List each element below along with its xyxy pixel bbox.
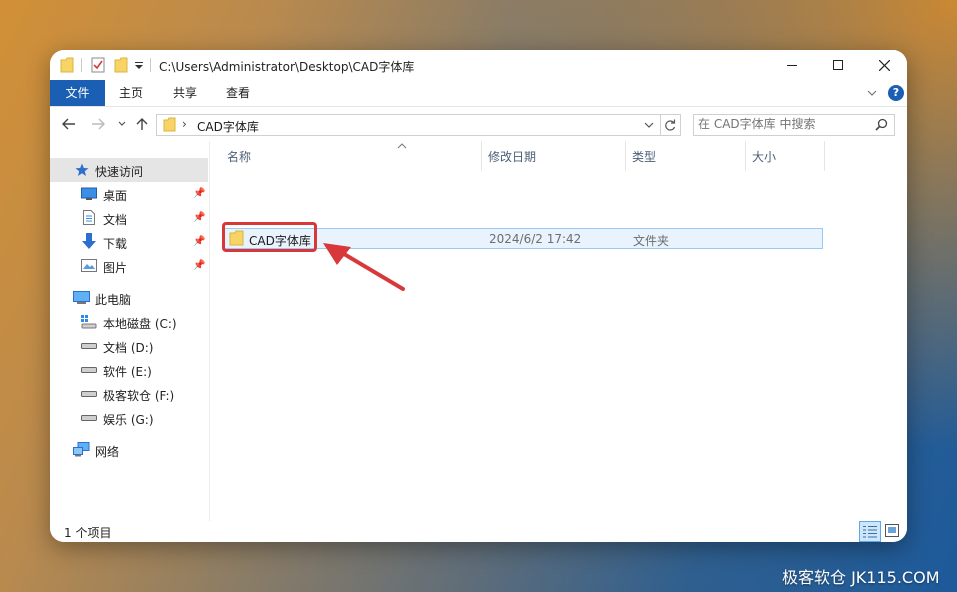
sidebar-item-label: 文档 (103, 213, 128, 227)
customize-toolbar-icon[interactable] (135, 62, 144, 70)
tab-view[interactable]: 查看 (218, 80, 258, 106)
annotation-arrow (323, 243, 405, 291)
up-arrow-icon[interactable] (136, 117, 148, 131)
sidebar-item-label: 本地磁盘 (C:) (103, 317, 177, 331)
tab-share[interactable]: 共享 (165, 80, 205, 106)
column-header-name[interactable]: 名称 (227, 141, 477, 171)
pictures-icon (81, 259, 97, 272)
system-drive-icon (81, 315, 97, 329)
navigation-bar: › CAD字体库 (50, 107, 907, 141)
column-header-size[interactable]: 大小 (752, 141, 822, 171)
sidebar-item-label: 娱乐 (G:) (103, 413, 154, 427)
status-bar: 1 个项目 (50, 521, 907, 542)
large-icons-view-icon (885, 524, 899, 537)
toolbar-divider (150, 58, 151, 72)
tab-home[interactable]: 主页 (111, 80, 151, 106)
sidebar-item-label: 文档 (D:) (103, 341, 154, 355)
address-history-chevron-icon[interactable] (644, 122, 654, 129)
watermark-text: 极客软仓 JK115.COM (782, 568, 940, 587)
folder-icon (60, 57, 74, 73)
details-view-icon (863, 526, 877, 538)
address-bar[interactable]: › CAD字体库 (156, 114, 661, 136)
sidebar-item-label: 快速访问 (95, 165, 144, 179)
sidebar-item-label: 下载 (103, 237, 128, 251)
sidebar-item-drive-e[interactable]: 软件 (E:) (50, 358, 208, 382)
minimize-button[interactable] (769, 50, 815, 80)
pin-icon: 📌 (193, 188, 206, 199)
sidebar-item-label: 图片 (103, 261, 128, 275)
title-bar: C:\Users\Administrator\Desktop\CAD字体库 (50, 50, 907, 80)
sidebar-item-network[interactable]: 网络 (50, 438, 208, 462)
search-input[interactable] (698, 116, 868, 132)
maximize-button[interactable] (815, 50, 861, 80)
window-title: C:\Users\Administrator\Desktop\CAD字体库 (159, 60, 415, 74)
computer-icon (73, 291, 90, 304)
toolbar-divider (81, 58, 82, 72)
column-header-modified[interactable]: 修改日期 (488, 141, 618, 171)
column-divider[interactable] (745, 141, 746, 171)
file-list: 名称 修改日期 类型 大小 CAD字体库 2024/6/2 17:42 文件夹 (210, 141, 907, 521)
sidebar-item-label: 软件 (E:) (103, 365, 152, 379)
sidebar-item-quick-access[interactable]: 快速访问 (50, 158, 208, 182)
download-arrow-icon (82, 233, 96, 249)
sidebar-item-drive-g[interactable]: 娱乐 (G:) (50, 406, 208, 430)
sidebar-item-desktop[interactable]: 桌面 📌 (50, 182, 208, 206)
drive-icon (81, 343, 97, 349)
column-divider[interactable] (625, 141, 626, 171)
back-arrow-icon[interactable] (62, 118, 76, 130)
tab-file[interactable]: 文件 (50, 80, 105, 106)
recent-locations-chevron-icon[interactable] (118, 121, 126, 127)
navigation-pane: 快速访问 桌面 📌 文档 📌 下载 📌 图片 📌 此电脑 本地磁盘 (C:) 文… (50, 141, 210, 521)
minimize-icon (787, 65, 797, 66)
breadcrumb-current-folder[interactable]: CAD字体库 (197, 118, 259, 135)
forward-arrow-icon[interactable] (91, 118, 105, 130)
close-icon (878, 59, 890, 71)
pin-icon: 📌 (193, 236, 206, 247)
sidebar-item-label: 桌面 (103, 189, 128, 203)
properties-icon[interactable] (91, 57, 105, 73)
sidebar-item-drive-f[interactable]: 极客软仓 (F:) (50, 382, 208, 406)
ribbon-expand-chevron-icon[interactable] (867, 89, 877, 97)
drive-icon (81, 415, 97, 421)
pin-icon: 📌 (193, 260, 206, 271)
sidebar-item-pictures[interactable]: 图片 📌 (50, 254, 208, 278)
sidebar-item-this-pc[interactable]: 此电脑 (50, 286, 208, 310)
file-type: 文件夹 (633, 234, 670, 248)
sidebar-item-documents[interactable]: 文档 📌 (50, 206, 208, 230)
column-header-type[interactable]: 类型 (632, 141, 742, 171)
document-icon (83, 210, 95, 225)
sidebar-item-label: 极客软仓 (F:) (103, 389, 175, 403)
details-view-button[interactable] (859, 521, 881, 542)
help-button[interactable]: ? (888, 85, 904, 101)
sidebar-item-label: 网络 (95, 445, 120, 459)
maximize-icon (833, 60, 843, 70)
folder-icon (163, 117, 176, 132)
refresh-icon (665, 119, 676, 131)
refresh-button[interactable] (660, 114, 681, 136)
close-button[interactable] (861, 50, 907, 80)
search-icon[interactable] (875, 118, 888, 131)
drive-icon (81, 367, 97, 373)
sidebar-item-drive-c[interactable]: 本地磁盘 (C:) (50, 310, 208, 334)
new-folder-icon[interactable] (114, 57, 128, 73)
sidebar-item-label: 此电脑 (95, 293, 132, 307)
file-modified: 2024/6/2 17:42 (489, 232, 582, 246)
network-icon (73, 442, 90, 457)
item-count: 1 个项目 (64, 526, 112, 540)
desktop-icon (81, 187, 97, 200)
sidebar-item-downloads[interactable]: 下载 📌 (50, 230, 208, 254)
drive-icon (81, 391, 97, 397)
file-explorer-window: C:\Users\Administrator\Desktop\CAD字体库 文件… (50, 50, 907, 542)
sidebar-item-drive-d[interactable]: 文档 (D:) (50, 334, 208, 358)
highlight-box (222, 222, 317, 252)
star-icon (75, 163, 89, 176)
large-icons-view-button[interactable] (882, 521, 902, 540)
ribbon-tabs: 文件 主页 共享 查看 ? (50, 80, 907, 107)
column-divider[interactable] (824, 141, 825, 171)
column-divider[interactable] (481, 141, 482, 171)
pin-icon: 📌 (193, 212, 206, 223)
search-box[interactable] (693, 114, 895, 136)
breadcrumb-separator[interactable]: › (182, 117, 187, 131)
